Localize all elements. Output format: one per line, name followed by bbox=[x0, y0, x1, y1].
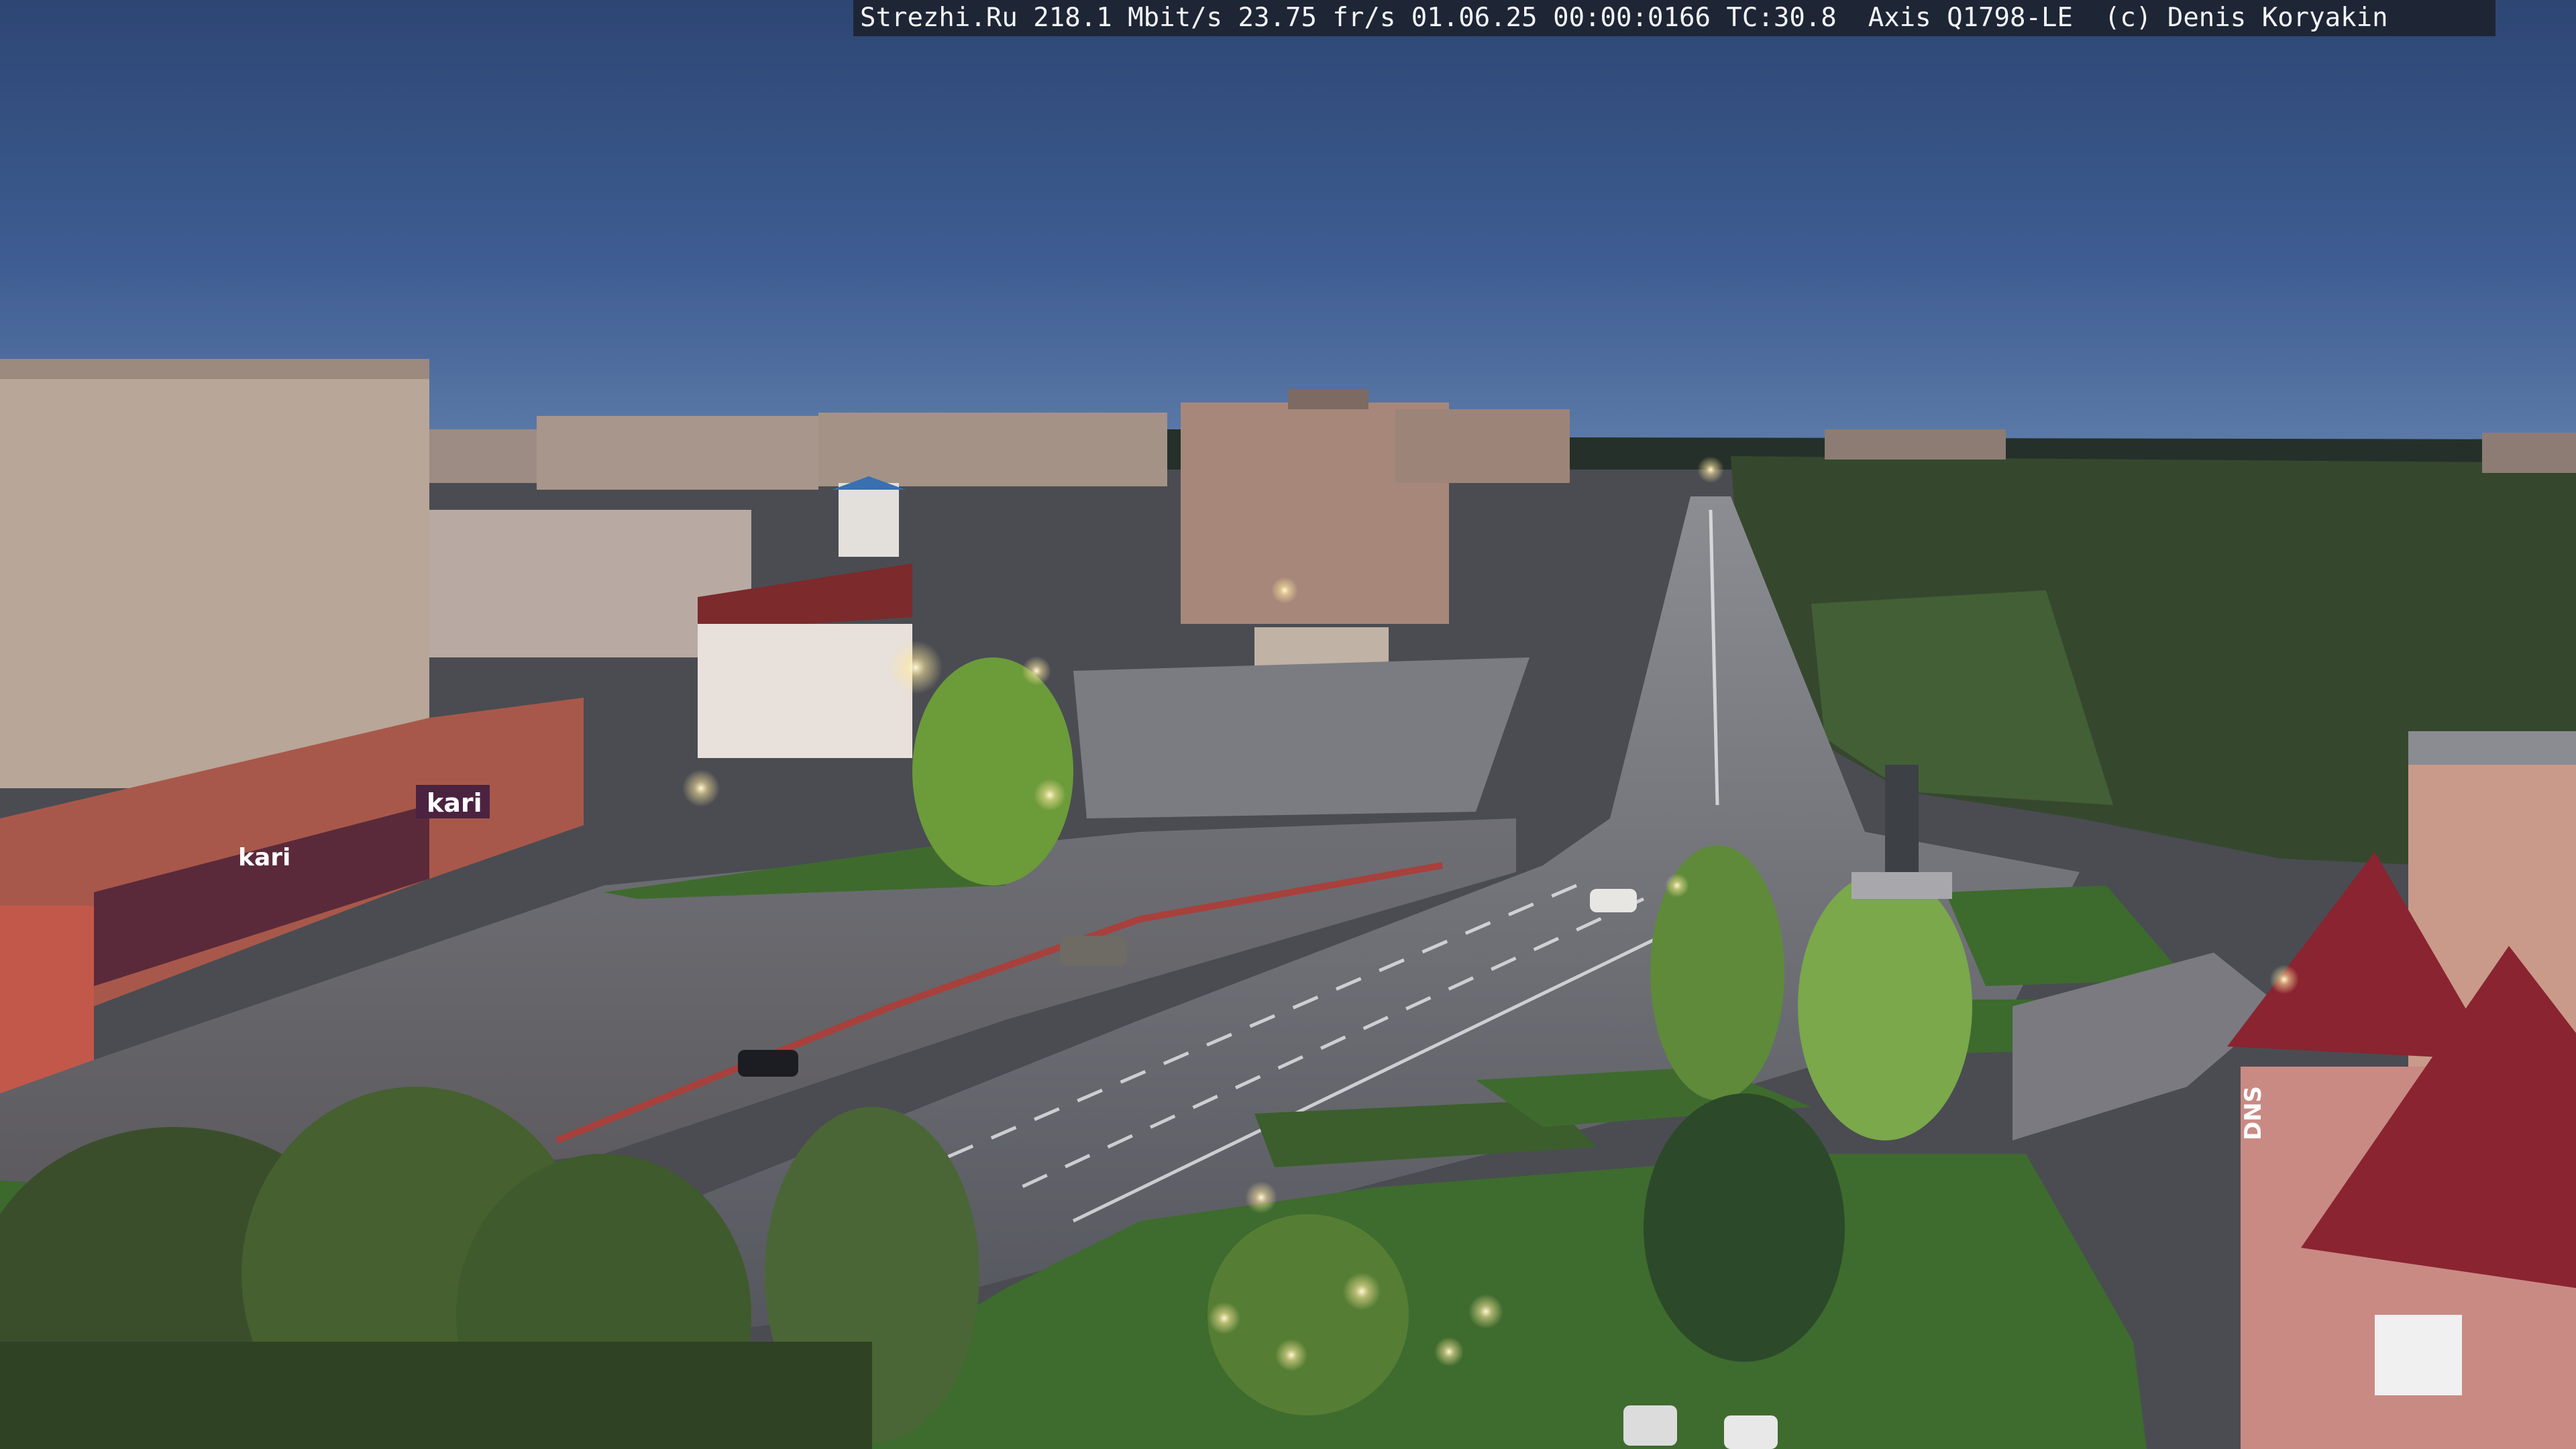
monument-base bbox=[1851, 872, 1952, 899]
upper-square bbox=[1073, 657, 1529, 818]
webcam-scene: kari kari DNS bbox=[0, 0, 2576, 1449]
tree-avenue-2 bbox=[1798, 872, 1972, 1140]
tree-plaza bbox=[912, 657, 1073, 885]
camera-info-overlay: Strezhi.Ru 218.1 Mbit/s 23.75 fr/s 01.06… bbox=[853, 0, 2496, 36]
store-sign-main: kari bbox=[427, 788, 482, 818]
blue-roof-tower bbox=[839, 483, 899, 557]
store-sign-left: kari bbox=[238, 844, 290, 871]
foreground-trees-left bbox=[0, 1087, 979, 1449]
left-apartment-block bbox=[0, 359, 429, 788]
red-roof-building bbox=[698, 564, 912, 758]
dns-sign: DNS bbox=[2240, 1086, 2267, 1140]
tree-spruce bbox=[1644, 1093, 1845, 1362]
